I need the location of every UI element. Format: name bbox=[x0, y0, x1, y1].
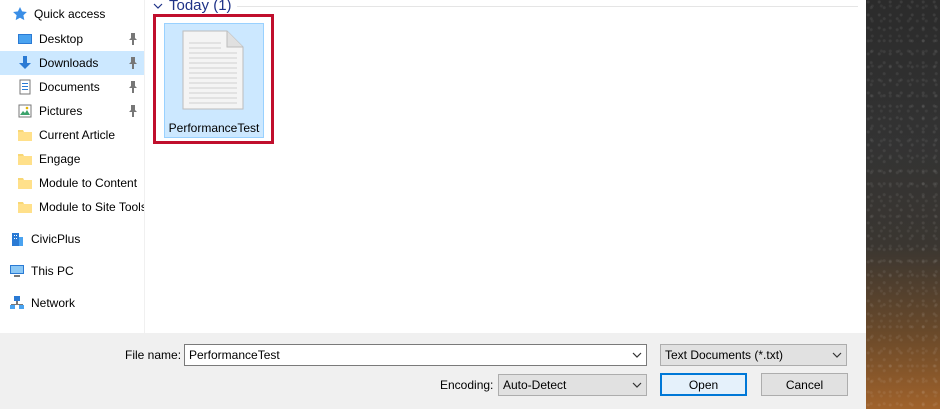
nav-item-quick-access[interactable]: Quick access bbox=[0, 2, 144, 26]
file-list-pane: Today (1) PerformanceTest bbox=[145, 0, 866, 333]
nav-item-label: Engage bbox=[39, 152, 81, 166]
nav-item-engage[interactable]: Engage bbox=[0, 147, 144, 171]
file-name-value: PerformanceTest bbox=[189, 348, 280, 362]
nav-item-module-to-site-tools[interactable]: Module to Site Tools bbox=[0, 195, 144, 219]
file-type-select[interactable]: Text Documents (*.txt) bbox=[660, 344, 847, 366]
building-icon bbox=[9, 231, 25, 247]
nav-item-label: Desktop bbox=[39, 32, 84, 46]
desktop-icon bbox=[17, 31, 33, 47]
nav-item-label: Downloads bbox=[39, 56, 99, 70]
chevron-down-icon bbox=[632, 382, 642, 388]
nav-item-label: Module to Site Tools bbox=[39, 200, 144, 214]
computer-icon bbox=[9, 263, 25, 279]
nav-item-documents[interactable]: Documents bbox=[0, 75, 144, 99]
group-header[interactable]: Today (1) bbox=[153, 0, 232, 14]
folder-icon bbox=[17, 127, 33, 143]
encoding-select[interactable]: Auto-Detect bbox=[498, 374, 647, 396]
group-header-label: Today (1) bbox=[169, 0, 232, 14]
nav-item-current-article[interactable]: Current Article bbox=[0, 123, 144, 147]
desktop-background bbox=[866, 0, 940, 409]
nav-item-label: Current Article bbox=[39, 128, 116, 142]
nav-item-module-to-content[interactable]: Module to Content bbox=[0, 171, 144, 195]
nav-item-label: Documents bbox=[39, 80, 100, 94]
folder-icon bbox=[17, 199, 33, 215]
chevron-down-icon bbox=[153, 3, 163, 9]
navigation-pane: Quick access Desktop Downloads Documents… bbox=[0, 0, 145, 333]
folder-icon bbox=[17, 151, 33, 167]
nav-item-label: This PC bbox=[31, 264, 74, 278]
pictures-icon bbox=[17, 103, 33, 119]
nav-item-downloads[interactable]: Downloads bbox=[0, 51, 144, 75]
open-button[interactable]: Open bbox=[660, 373, 747, 396]
file-item-performancetest[interactable]: PerformanceTest bbox=[164, 23, 264, 138]
nav-item-pictures[interactable]: Pictures bbox=[0, 99, 144, 123]
pin-icon[interactable] bbox=[128, 105, 138, 117]
file-type-value: Text Documents (*.txt) bbox=[665, 348, 784, 362]
nav-item-network[interactable]: Network bbox=[0, 291, 144, 315]
documents-icon bbox=[17, 79, 33, 95]
save-dialog: Quick access Desktop Downloads Documents… bbox=[0, 0, 866, 409]
encoding-value: Auto-Detect bbox=[503, 378, 567, 392]
group-divider bbox=[237, 6, 858, 7]
file-name-label: File name: bbox=[125, 348, 182, 362]
nav-item-desktop[interactable]: Desktop bbox=[0, 27, 144, 51]
file-name-combobox[interactable]: PerformanceTest bbox=[184, 344, 647, 366]
network-icon bbox=[9, 295, 25, 311]
nav-item-this-pc[interactable]: This PC bbox=[0, 259, 144, 283]
folder-icon bbox=[17, 175, 33, 191]
nav-item-label: Network bbox=[31, 296, 76, 310]
chevron-down-icon[interactable] bbox=[632, 350, 642, 360]
pin-icon[interactable] bbox=[128, 81, 138, 93]
pin-icon[interactable] bbox=[128, 33, 138, 45]
star-icon bbox=[12, 6, 28, 22]
pin-icon[interactable] bbox=[128, 57, 138, 69]
nav-item-label: Quick access bbox=[34, 7, 106, 21]
chevron-down-icon bbox=[832, 352, 842, 358]
dialog-footer: File name: PerformanceTest Text Document… bbox=[0, 333, 866, 409]
nav-item-label: Module to Content bbox=[39, 176, 138, 190]
cancel-button[interactable]: Cancel bbox=[761, 373, 848, 396]
nav-item-label: CivicPlus bbox=[31, 232, 81, 246]
resize-grip[interactable] bbox=[850, 394, 866, 409]
download-arrow-icon bbox=[17, 55, 33, 71]
text-file-icon bbox=[182, 30, 244, 110]
file-name-label: PerformanceTest bbox=[168, 121, 260, 135]
nav-item-civicplus[interactable]: CivicPlus bbox=[0, 227, 144, 251]
nav-item-label: Pictures bbox=[39, 104, 83, 118]
encoding-label: Encoding: bbox=[440, 378, 494, 392]
